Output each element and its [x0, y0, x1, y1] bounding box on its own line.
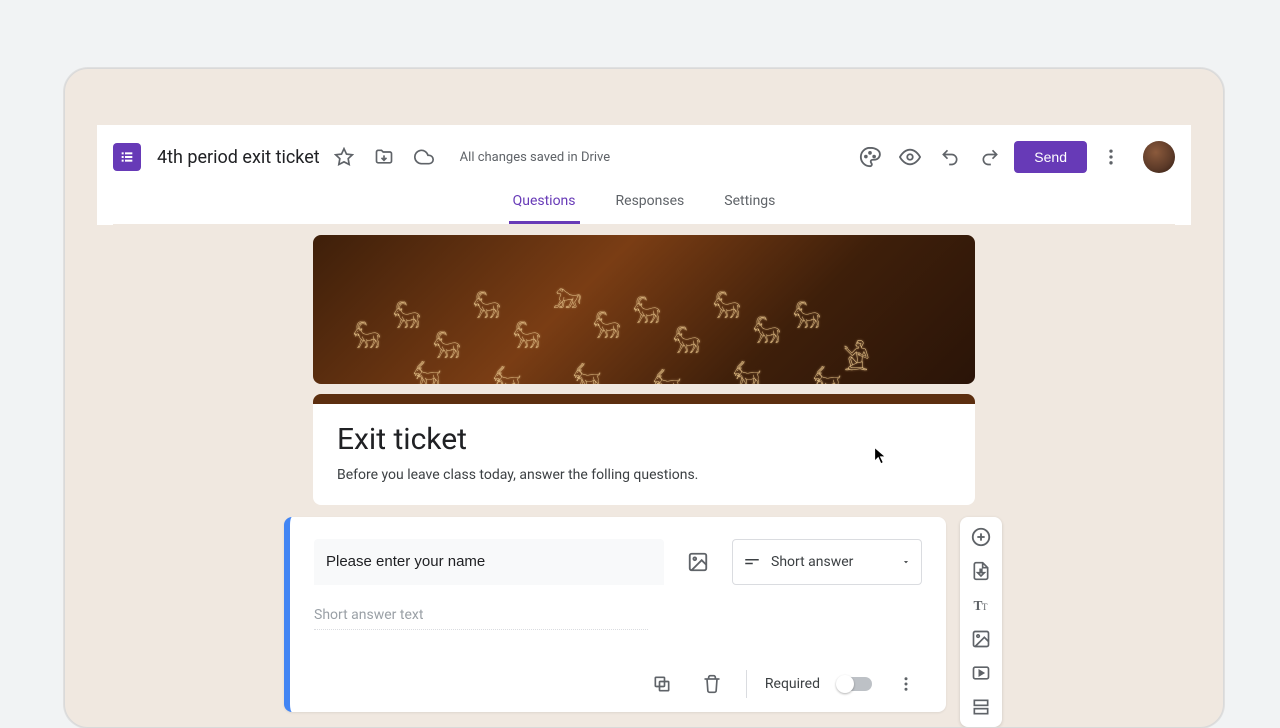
device-frame: 4th period exit ticket All changes saved… — [64, 68, 1224, 728]
google-forms-app: 4th period exit ticket All changes saved… — [97, 125, 1191, 727]
question-text-input[interactable] — [314, 539, 664, 585]
forms-logo[interactable] — [113, 143, 141, 171]
save-status: All changes saved in Drive — [460, 150, 611, 165]
cloud-saved-icon[interactable] — [408, 141, 440, 173]
question-options-more[interactable] — [890, 668, 922, 700]
palette-icon[interactable] — [854, 141, 886, 173]
tab-settings[interactable]: Settings — [720, 181, 779, 224]
avatar[interactable] — [1143, 141, 1175, 173]
preview-icon[interactable] — [894, 141, 926, 173]
send-button[interactable]: Send — [1014, 141, 1087, 173]
arrow-dropdown-icon — [901, 557, 911, 567]
required-toggle[interactable] — [838, 677, 872, 691]
topbar: 4th period exit ticket All changes saved… — [97, 125, 1191, 225]
undo-icon[interactable] — [934, 141, 966, 173]
document-title[interactable]: 4th period exit ticket — [157, 147, 320, 168]
form-title[interactable]: Exit ticket — [337, 422, 951, 457]
move-folder-icon[interactable] — [368, 141, 400, 173]
add-video-button[interactable] — [963, 659, 999, 687]
duplicate-question[interactable] — [646, 668, 678, 700]
redo-icon[interactable] — [974, 141, 1006, 173]
add-image-to-question[interactable] — [680, 544, 716, 580]
add-section-button[interactable] — [963, 693, 999, 721]
form-canvas: 𓃵𓃵 𓃵𓃵 𓃵𓃷 𓃵𓃵 𓃵𓃵 𓃵𓃵 𓀀 𓃶𓃶 𓃶𓃶 𓃶𓃶 Exit ticket… — [97, 225, 1191, 727]
add-question-button[interactable] — [963, 523, 999, 551]
import-questions-button[interactable] — [963, 557, 999, 585]
more-vert-icon[interactable] — [1095, 141, 1127, 173]
divider — [746, 670, 747, 698]
form-header-image[interactable]: 𓃵𓃵 𓃵𓃵 𓃵𓃷 𓃵𓃵 𓃵𓃵 𓃵𓃵 𓀀 𓃶𓃶 𓃶𓃶 𓃶𓃶 — [313, 235, 975, 384]
short-answer-icon — [743, 553, 761, 571]
question-type-select[interactable]: Short answer — [732, 539, 922, 585]
svg-text:T: T — [982, 602, 988, 612]
tabs: Questions Responses Settings — [113, 181, 1175, 225]
tab-questions[interactable]: Questions — [509, 181, 580, 224]
petroglyph-art: 𓃵𓃵 𓃵𓃵 𓃵𓃷 𓃵𓃵 𓃵𓃵 𓃵𓃵 𓀀 𓃶𓃶 𓃶𓃶 𓃶𓃶 — [313, 235, 975, 384]
form-description[interactable]: Before you leave class today, answer the… — [337, 467, 951, 483]
add-image-button[interactable] — [963, 625, 999, 653]
star-icon[interactable] — [328, 141, 360, 173]
required-label: Required — [765, 676, 820, 692]
question-card[interactable]: Short answer Short answer text — [284, 517, 946, 712]
delete-question[interactable] — [696, 668, 728, 700]
question-type-label: Short answer — [771, 554, 853, 570]
short-answer-placeholder: Short answer text — [314, 607, 648, 630]
side-toolbar: TT — [960, 517, 1002, 727]
form-title-card[interactable]: Exit ticket Before you leave class today… — [313, 394, 975, 505]
add-title-button[interactable]: TT — [963, 591, 999, 619]
tab-responses[interactable]: Responses — [612, 181, 689, 224]
